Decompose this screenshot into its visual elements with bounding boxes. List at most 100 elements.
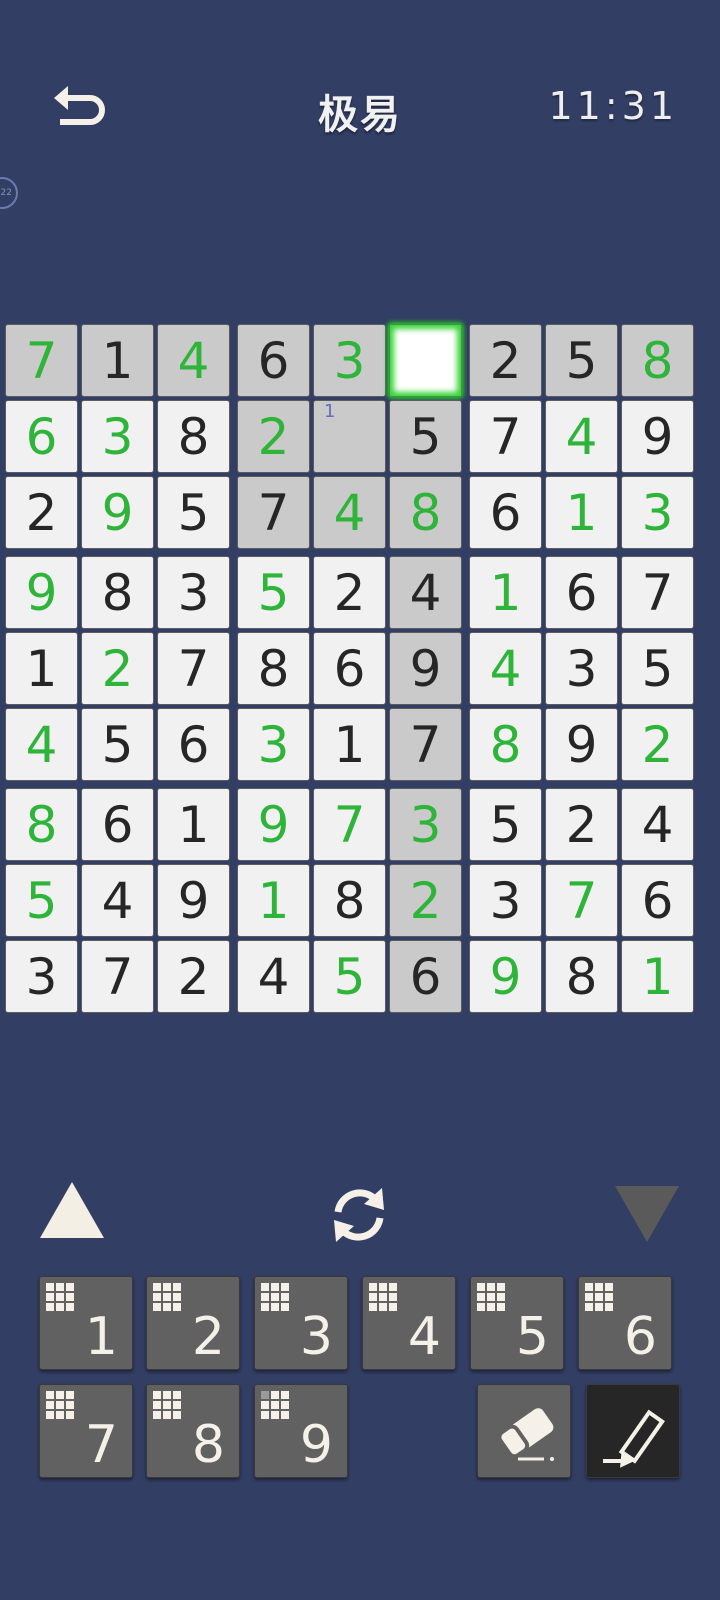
sudoku-cell-r3c5[interactable]: 4 [313,476,386,549]
sudoku-cell-r2c4[interactable]: 2 [237,400,310,473]
sudoku-cell-r7c8[interactable]: 2 [545,788,618,861]
pencil-button[interactable] [586,1384,680,1478]
sudoku-cell-r4c4[interactable]: 5 [237,556,310,629]
sudoku-cell-r3c4[interactable]: 7 [237,476,310,549]
sudoku-cell-r5c2[interactable]: 2 [81,632,154,705]
sudoku-cell-r9c7[interactable]: 9 [469,940,542,1013]
sudoku-cell-r8c1[interactable]: 5 [5,864,78,937]
sudoku-cell-r1c9[interactable]: 8 [621,324,694,397]
sudoku-cell-r7c9[interactable]: 4 [621,788,694,861]
sudoku-cell-r2c9[interactable]: 9 [621,400,694,473]
digit-key-7[interactable]: 7 [39,1384,133,1478]
sudoku-cell-r9c3[interactable]: 2 [157,940,230,1013]
sudoku-cell-r6c7[interactable]: 8 [469,708,542,781]
sudoku-cell-r2c6[interactable]: 5 [389,400,462,473]
sudoku-cell-r8c3[interactable]: 9 [157,864,230,937]
sudoku-cell-r7c1[interactable]: 8 [5,788,78,861]
sudoku-cell-r9c5[interactable]: 5 [313,940,386,1013]
sudoku-cell-r7c6[interactable]: 3 [389,788,462,861]
sudoku-cell-r3c3[interactable]: 5 [157,476,230,549]
sudoku-cell-r1c4[interactable]: 6 [237,324,310,397]
sudoku-cell-r9c2[interactable]: 7 [81,940,154,1013]
sudoku-cell-r1c5[interactable]: 3 [313,324,386,397]
sudoku-cell-r8c7[interactable]: 3 [469,864,542,937]
sudoku-cell-r2c7[interactable]: 7 [469,400,542,473]
digit-key-9[interactable]: 9 [254,1384,348,1478]
sudoku-cell-r1c7[interactable]: 2 [469,324,542,397]
sudoku-cell-r5c8[interactable]: 3 [545,632,618,705]
sudoku-cell-r7c7[interactable]: 5 [469,788,542,861]
digit-key-2[interactable]: 2 [146,1276,240,1370]
sudoku-cell-r5c9[interactable]: 5 [621,632,694,705]
sudoku-cell-r1c8[interactable]: 5 [545,324,618,397]
sudoku-cell-r4c5[interactable]: 2 [313,556,386,629]
digit-key-6[interactable]: 6 [578,1276,672,1370]
sudoku-cell-r9c6[interactable]: 6 [389,940,462,1013]
sudoku-cell-r8c6[interactable]: 2 [389,864,462,937]
sudoku-cell-r1c3[interactable]: 4 [157,324,230,397]
sudoku-cell-r6c9[interactable]: 2 [621,708,694,781]
sudoku-cell-r3c7[interactable]: 6 [469,476,542,549]
sudoku-cell-r6c3[interactable]: 6 [157,708,230,781]
sudoku-cell-r8c5[interactable]: 8 [313,864,386,937]
sudoku-cell-r2c1[interactable]: 6 [5,400,78,473]
sudoku-cell-r5c7[interactable]: 4 [469,632,542,705]
digit-key-5[interactable]: 5 [470,1276,564,1370]
sudoku-cell-r2c5[interactable]: 1 [313,400,386,473]
sudoku-cell-r6c1[interactable]: 4 [5,708,78,781]
sudoku-cell-r4c6[interactable]: 4 [389,556,462,629]
cell-value: 4 [641,795,674,854]
sudoku-cell-r6c6[interactable]: 7 [389,708,462,781]
digit-key-4[interactable]: 4 [362,1276,456,1370]
cell-value: 5 [101,715,134,774]
sudoku-cell-r5c6[interactable]: 9 [389,632,462,705]
refresh-button[interactable] [324,1180,394,1250]
sudoku-cell-r5c3[interactable]: 7 [157,632,230,705]
sudoku-cell-r9c8[interactable]: 8 [545,940,618,1013]
sudoku-cell-r3c1[interactable]: 2 [5,476,78,549]
sudoku-cell-r2c2[interactable]: 3 [81,400,154,473]
eraser-button[interactable] [477,1384,571,1478]
sudoku-cell-r3c6[interactable]: 8 [389,476,462,549]
sudoku-cell-r8c8[interactable]: 7 [545,864,618,937]
sudoku-cell-r7c4[interactable]: 9 [237,788,310,861]
sudoku-cell-r4c1[interactable]: 9 [5,556,78,629]
sudoku-cell-r1c6[interactable] [389,324,462,397]
sudoku-cell-r4c3[interactable]: 3 [157,556,230,629]
sudoku-cell-r2c3[interactable]: 8 [157,400,230,473]
digit-key-1[interactable]: 1 [39,1276,133,1370]
sudoku-cell-r6c8[interactable]: 9 [545,708,618,781]
sudoku-cell-r6c2[interactable]: 5 [81,708,154,781]
triangle-up-icon[interactable] [40,1182,104,1238]
sudoku-cell-r5c5[interactable]: 6 [313,632,386,705]
sudoku-cell-r8c4[interactable]: 1 [237,864,310,937]
sudoku-cell-r4c2[interactable]: 8 [81,556,154,629]
sudoku-cell-r1c2[interactable]: 1 [81,324,154,397]
digit-key-3[interactable]: 3 [254,1276,348,1370]
sudoku-cell-r8c9[interactable]: 6 [621,864,694,937]
triangle-down-icon[interactable] [615,1186,679,1242]
sudoku-cell-r3c8[interactable]: 1 [545,476,618,549]
sudoku-cell-r7c2[interactable]: 6 [81,788,154,861]
sudoku-cell-r6c4[interactable]: 3 [237,708,310,781]
digit-key-8[interactable]: 8 [146,1384,240,1478]
sudoku-cell-r3c2[interactable]: 9 [81,476,154,549]
sudoku-cell-r4c7[interactable]: 1 [469,556,542,629]
sudoku-cell-r4c8[interactable]: 6 [545,556,618,629]
sudoku-cell-r1c1[interactable]: 7 [5,324,78,397]
sudoku-cell-r5c4[interactable]: 8 [237,632,310,705]
sudoku-cell-r3c9[interactable]: 3 [621,476,694,549]
sudoku-cell-r2c8[interactable]: 4 [545,400,618,473]
sudoku-cell-r8c2[interactable]: 4 [81,864,154,937]
sudoku-cell-r9c4[interactable]: 4 [237,940,310,1013]
sudoku-cell-r7c5[interactable]: 7 [313,788,386,861]
cell-value: 5 [641,639,674,698]
sudoku-cell-r6c5[interactable]: 1 [313,708,386,781]
sudoku-cell-r7c3[interactable]: 1 [157,788,230,861]
sudoku-cell-r9c1[interactable]: 3 [5,940,78,1013]
sudoku-cell-r4c9[interactable]: 7 [621,556,694,629]
sudoku-cell-r9c9[interactable]: 1 [621,940,694,1013]
sudoku-cell-r5c1[interactable]: 1 [5,632,78,705]
side-badge[interactable]: 22 [0,177,18,209]
cell-value: 2 [565,795,598,854]
